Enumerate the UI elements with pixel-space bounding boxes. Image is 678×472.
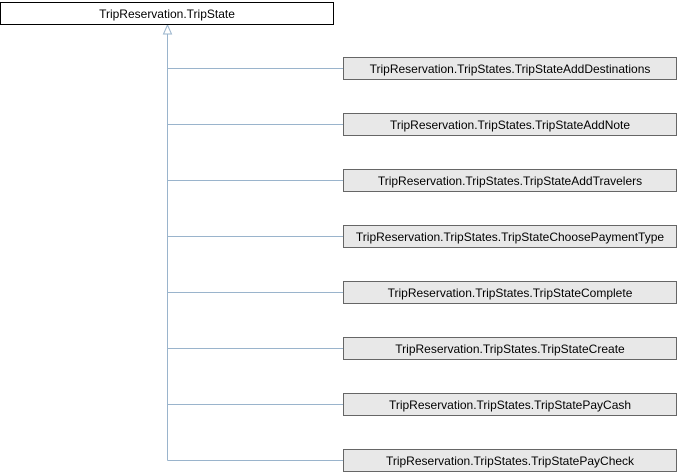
derived-class-label: TripReservation.TripStates.TripStateChoo… xyxy=(356,230,664,244)
edges xyxy=(162,23,344,461)
derived-class-node[interactable]: TripReservation.TripStates.TripStateComp… xyxy=(343,281,677,304)
derived-class-node[interactable]: TripReservation.TripStates.TripStateAddT… xyxy=(343,169,677,192)
derived-class-node[interactable]: TripReservation.TripStates.TripStateAddN… xyxy=(343,113,677,136)
derived-class-label: TripReservation.TripStates.TripStatePayC… xyxy=(389,398,631,412)
derived-class-label: TripReservation.TripStates.TripStateAddD… xyxy=(370,62,651,76)
derived-class-label: TripReservation.TripStates.TripStateCrea… xyxy=(395,342,625,356)
derived-class-node[interactable]: TripReservation.TripStates.TripStateCrea… xyxy=(343,337,677,360)
derived-class-node[interactable]: TripReservation.TripStates.TripStatePayC… xyxy=(343,393,677,416)
base-class-label: TripReservation.TripState xyxy=(99,7,235,21)
base-class-node[interactable]: TripReservation.TripState xyxy=(0,2,334,25)
derived-class-label: TripReservation.TripStates.TripStateAddN… xyxy=(390,118,630,132)
derived-class-node[interactable]: TripReservation.TripStates.TripStateAddD… xyxy=(343,57,677,80)
derived-class-nodes: TripReservation.TripStates.TripStateAddD… xyxy=(343,57,677,472)
derived-class-node[interactable]: TripReservation.TripStates.TripStateChoo… xyxy=(343,225,677,248)
derived-class-node[interactable]: TripReservation.TripStates.TripStatePayC… xyxy=(343,449,677,472)
inheritance-diagram: TripReservation.TripState TripReservatio… xyxy=(0,2,677,472)
derived-class-label: TripReservation.TripStates.TripStatePayC… xyxy=(386,454,635,468)
derived-class-label: TripReservation.TripStates.TripStateComp… xyxy=(388,286,633,300)
derived-class-label: TripReservation.TripStates.TripStateAddT… xyxy=(378,174,642,188)
inheritance-arrowhead xyxy=(162,23,173,35)
